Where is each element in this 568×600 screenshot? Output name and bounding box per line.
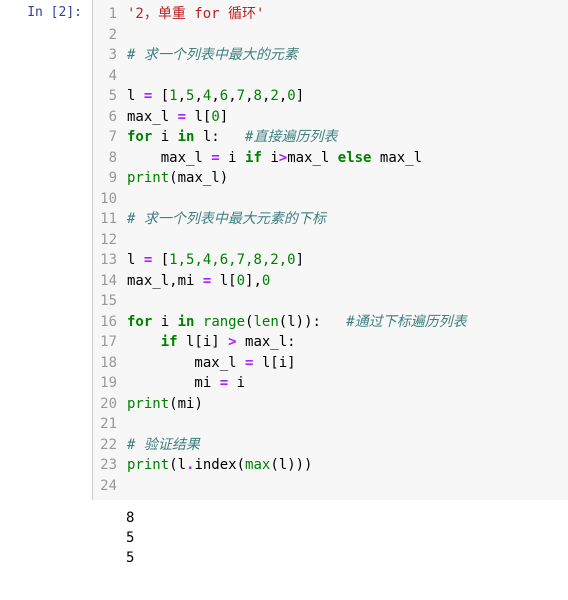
- input-prompt: In [2]:: [0, 0, 92, 20]
- jupyter-input-cell: In [2]: 1 2 3 4 5 6 7 8 9 10 11 12 13 14…: [0, 0, 568, 500]
- code-editor[interactable]: '2，单重 for 循环' # 求一个列表中最大的元素 l = [1,5,4,6…: [123, 0, 568, 500]
- output-prompt-spacer: [0, 500, 92, 572]
- line-number-gutter: 1 2 3 4 5 6 7 8 9 10 11 12 13 14 15 16 1…: [93, 0, 123, 500]
- output-gutter-spacer: [92, 500, 122, 572]
- input-area[interactable]: 1 2 3 4 5 6 7 8 9 10 11 12 13 14 15 16 1…: [92, 0, 568, 500]
- stdout-output: 8 5 5: [122, 500, 138, 572]
- jupyter-output-cell: 8 5 5: [0, 500, 568, 572]
